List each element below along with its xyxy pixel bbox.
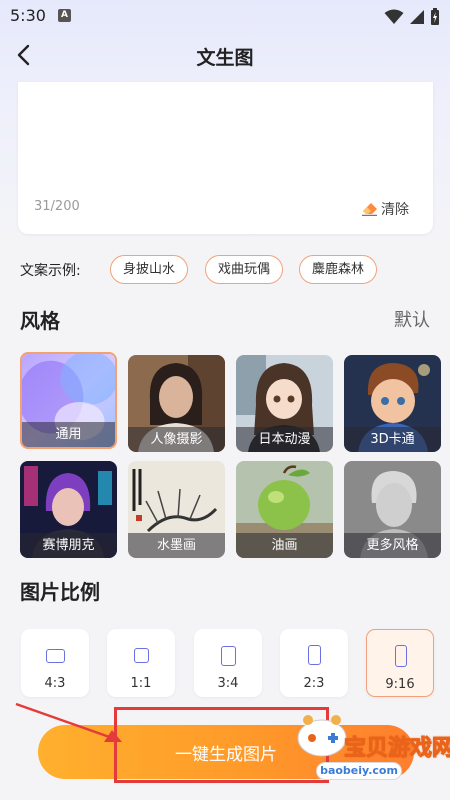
ratio-label: 9:16	[385, 677, 415, 692]
ratio-label: 3:4	[217, 676, 239, 691]
clear-label: 清除	[381, 202, 409, 218]
ratio-option-2-3[interactable]: 2:3	[280, 629, 348, 697]
style-label: 赛博朋克	[20, 533, 117, 558]
style-label: 水墨画	[128, 533, 225, 558]
portrait-ratio-icon	[221, 646, 236, 666]
title-bar: 文生图	[0, 34, 450, 78]
style-card-3d-cartoon[interactable]: 3D卡通	[344, 355, 441, 452]
examples-label: 文案示例:	[20, 263, 81, 279]
style-section-title: 风格	[20, 309, 60, 333]
style-card-oil-painting[interactable]: 油画	[236, 461, 333, 558]
style-label: 人像摄影	[128, 427, 225, 452]
style-card-general[interactable]: 通用	[20, 352, 117, 449]
ratio-label: 2:3	[303, 676, 325, 691]
square-ratio-icon	[134, 648, 149, 663]
watermark-text: 宝贝游戏网	[343, 736, 450, 762]
example-tag[interactable]: 麋鹿森林	[299, 255, 378, 284]
notification-icon: A	[58, 9, 71, 22]
ratio-option-1-1[interactable]: 1:1	[107, 629, 175, 697]
style-label: 日本动漫	[236, 427, 333, 452]
style-card-anime[interactable]: 日本动漫	[236, 355, 333, 452]
style-card-cyberpunk[interactable]: 赛博朋克	[20, 461, 117, 558]
page-title: 文生图	[196, 47, 254, 69]
landscape-ratio-icon	[46, 649, 65, 663]
ratio-label: 4:3	[44, 676, 66, 691]
portrait-ratio-icon	[308, 645, 321, 665]
ratio-label: 1:1	[130, 676, 152, 691]
battery-icon	[431, 7, 439, 25]
status-bar: 5:30 A	[0, 0, 450, 32]
watermark-url: baobeiy.com	[316, 762, 402, 780]
watermark: 宝贝游戏网 baobeiy.com	[288, 706, 450, 782]
char-count: 31/200	[34, 199, 80, 214]
ratio-option-3-4[interactable]: 3:4	[194, 629, 262, 697]
style-card-ink-painting[interactable]: 水墨画	[128, 461, 225, 558]
example-tag[interactable]: 戏曲玩偶	[205, 255, 284, 284]
ratio-section-title: 图片比例	[20, 580, 100, 604]
signal-icon	[409, 9, 424, 24]
ratio-option-9-16[interactable]: 9:16	[366, 629, 434, 697]
default-style-button[interactable]: 默认	[394, 306, 430, 332]
wifi-icon	[384, 9, 404, 24]
style-label: 更多风格	[344, 533, 441, 558]
style-label: 3D卡通	[344, 427, 441, 452]
style-label: 通用	[22, 422, 115, 447]
clear-button[interactable]: 清除	[362, 199, 409, 219]
prompt-examples: 文案示例: 身披山水 戏曲玩偶 麋鹿森林	[20, 255, 440, 285]
style-label: 油画	[236, 533, 333, 558]
ratio-option-4-3[interactable]: 4:3	[21, 629, 89, 697]
eraser-icon	[362, 203, 377, 216]
tall-portrait-ratio-icon	[395, 645, 407, 667]
status-time: 5:30	[10, 6, 46, 25]
prompt-text-area[interactable]: 31/200 清除	[18, 82, 433, 234]
gamepad-mascot-icon	[297, 715, 347, 757]
style-card-portrait[interactable]: 人像摄影	[128, 355, 225, 452]
style-card-more-styles[interactable]: 更多风格	[344, 461, 441, 558]
example-tag[interactable]: 身披山水	[110, 255, 189, 284]
status-icons	[384, 6, 440, 26]
